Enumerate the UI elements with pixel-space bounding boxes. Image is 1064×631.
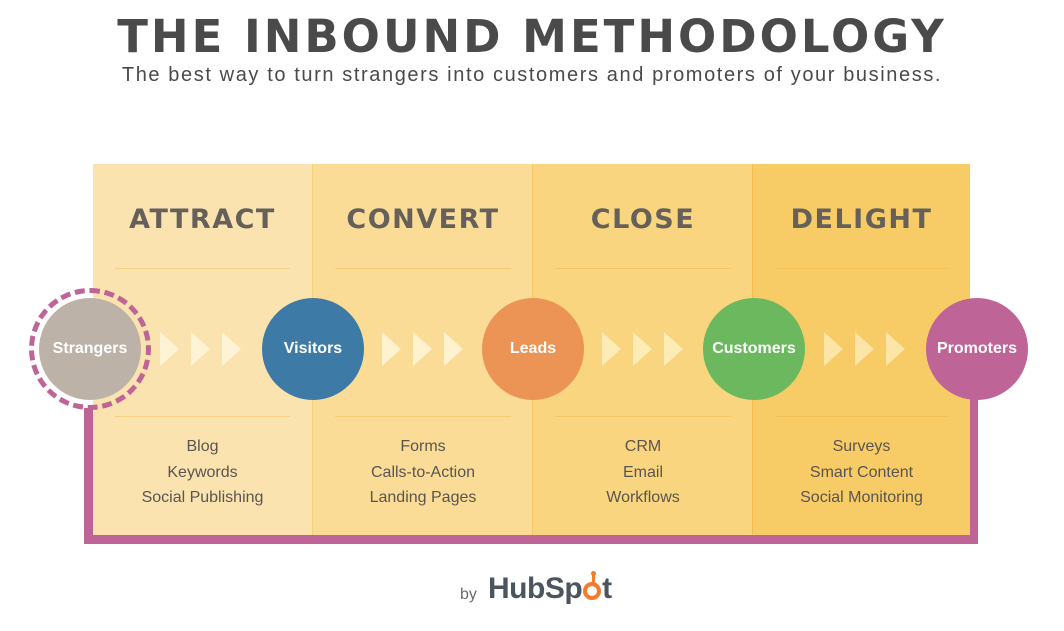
page-title: THE INBOUND METHODOLOGY bbox=[117, 10, 947, 63]
stage-label: CONVERT bbox=[346, 204, 500, 235]
chevron-right-icon bbox=[824, 332, 843, 366]
divider-bottom bbox=[115, 416, 290, 417]
tool-item: Blog bbox=[186, 438, 219, 455]
tool-item: Forms bbox=[400, 438, 446, 455]
divider-top bbox=[335, 268, 511, 269]
tools-list: Blog Keywords Social Publishing bbox=[93, 434, 312, 511]
audience-promoters: Promoters bbox=[926, 298, 1028, 400]
loop-bottom-bar bbox=[84, 534, 978, 544]
chevron-right-icon bbox=[191, 332, 210, 366]
audience-label: Customers bbox=[712, 340, 796, 357]
logo-text-prefix: HubSp bbox=[488, 572, 583, 605]
page-subtitle: The best way to turn strangers into cust… bbox=[121, 64, 943, 86]
stage-label: ATTRACT bbox=[129, 204, 276, 235]
tool-item: Smart Content bbox=[809, 463, 914, 481]
sprocket-icon bbox=[583, 571, 602, 600]
logo-text-suffix: t bbox=[602, 572, 612, 605]
hubspot-logo: HubSp t bbox=[488, 571, 612, 606]
audience-label: Visitors bbox=[283, 340, 343, 357]
audience-label: Strangers bbox=[52, 340, 128, 357]
tool-item: Keywords bbox=[167, 463, 238, 481]
divider-bottom bbox=[555, 416, 731, 417]
divider-top bbox=[555, 268, 731, 269]
audience-customers: Customers bbox=[703, 298, 805, 400]
tool-item: Social Monitoring bbox=[800, 489, 923, 506]
tool-item: Social Publishing bbox=[141, 489, 264, 506]
audience-label: Leads bbox=[509, 340, 557, 357]
tools-list: Forms Calls-to-Action Landing Pages bbox=[313, 434, 533, 511]
chevron-right-icon bbox=[413, 332, 432, 366]
chevron-right-icon bbox=[633, 332, 652, 366]
tools-list: Surveys Smart Content Social Monitoring bbox=[753, 434, 970, 511]
chevron-right-icon bbox=[222, 332, 241, 366]
by-label: by bbox=[460, 586, 477, 603]
chevron-right-icon bbox=[602, 332, 621, 366]
stage-label: CLOSE bbox=[590, 204, 696, 235]
tool-item: Surveys bbox=[832, 438, 891, 455]
chevron-right-icon bbox=[855, 332, 874, 366]
chevron-right-icon bbox=[886, 332, 905, 366]
chevron-right-icon bbox=[382, 332, 401, 366]
tool-item: Workflows bbox=[606, 489, 680, 506]
divider-bottom bbox=[775, 416, 948, 417]
audience-leads: Leads bbox=[482, 298, 584, 400]
tool-item: Email bbox=[622, 463, 663, 481]
tool-item: CRM bbox=[624, 438, 662, 455]
stage-label: DELIGHT bbox=[790, 204, 933, 235]
divider-top bbox=[775, 268, 948, 269]
audience-visitors: Visitors bbox=[262, 298, 364, 400]
tool-item: Landing Pages bbox=[369, 489, 477, 506]
chevron-right-icon bbox=[664, 332, 683, 366]
audience-label: Promoters bbox=[936, 340, 1018, 357]
tools-list: CRM Email Workflows bbox=[533, 434, 753, 511]
divider-top bbox=[115, 268, 290, 269]
divider-bottom bbox=[335, 416, 511, 417]
audience-strangers: Strangers bbox=[39, 298, 141, 400]
chevron-right-icon bbox=[444, 332, 463, 366]
tool-item: Calls-to-Action bbox=[370, 463, 476, 481]
chevron-right-icon bbox=[160, 332, 179, 366]
